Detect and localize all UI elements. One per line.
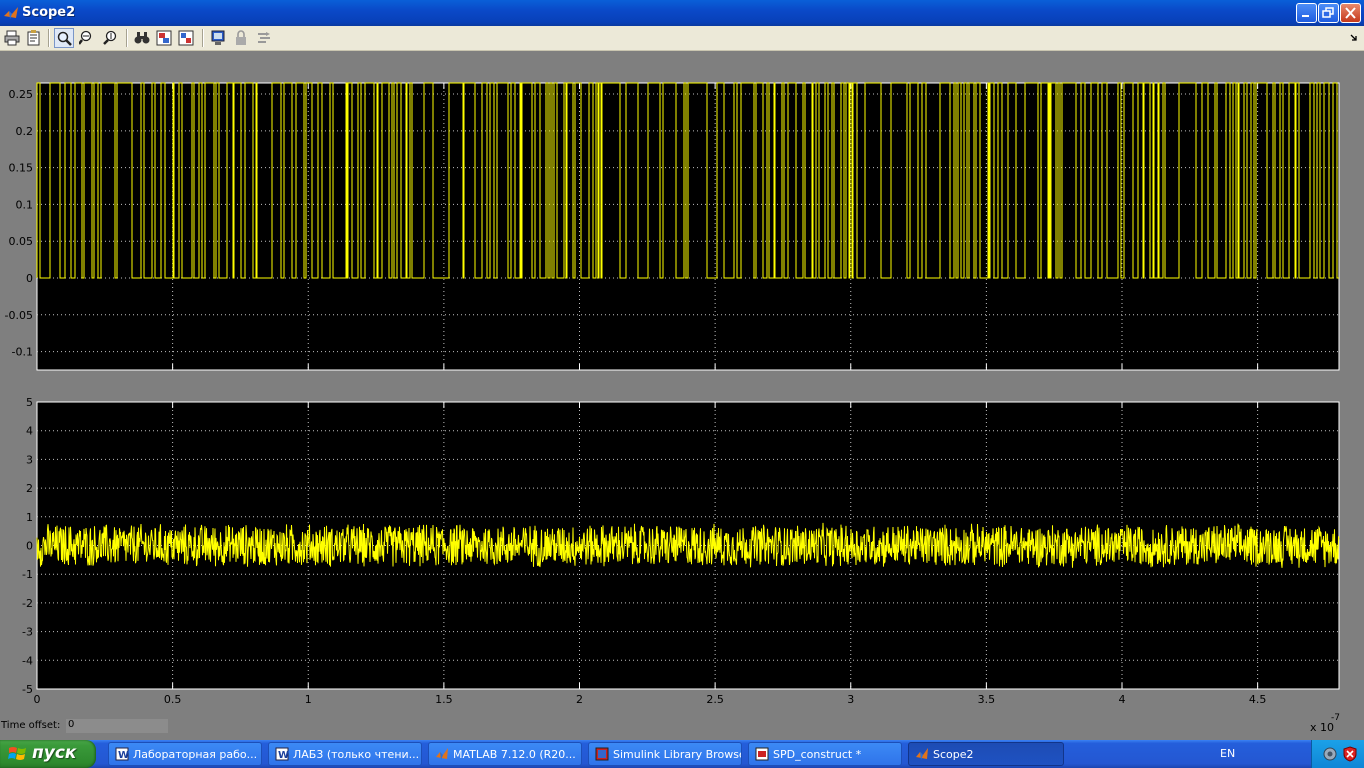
zoom-y-button[interactable]	[100, 28, 120, 48]
x-tick-label: 3	[847, 693, 854, 706]
x-tick-label: 4	[1119, 693, 1126, 706]
matlab-icon	[4, 7, 18, 19]
zoom-y-icon	[103, 30, 117, 45]
word-icon: W	[275, 747, 289, 761]
y-tick-label: -1	[22, 568, 33, 581]
x-tick-label: 1	[305, 693, 312, 706]
y-tick-label: 0.1	[16, 198, 34, 211]
x-tick-label: 0.5	[164, 693, 182, 706]
start-button[interactable]: пуск	[0, 740, 96, 768]
scope-figure: 0.25 0.2 0.15 0.1 0.05 0 -0.05 -0.1 5 4 3 2 1 0 -1 -2 -…	[0, 51, 1364, 740]
scope-plots[interactable]: 0.25 0.2 0.15 0.1 0.05 0 -0.05 -0.1 5 4 3 2 1 0 -1 -2 -…	[0, 51, 1364, 740]
x-tick-label: 3.5	[978, 693, 996, 706]
floating-scope-icon	[211, 30, 225, 45]
network-icon[interactable]	[1322, 746, 1338, 762]
plot-bottom[interactable]: 543210-1-2-3-4-50 0.5 1 1.5 2 2.5 3 3.5 4 4.5	[22, 396, 1340, 706]
y-tick-label: 0.2	[16, 125, 34, 138]
x-tick-label: 2.5	[706, 693, 724, 706]
time-offset: Time offset: 0	[1, 719, 168, 733]
taskbar-item-matlab[interactable]: MATLAB 7.12.0 (R20...	[428, 742, 582, 766]
zoom-x-icon	[79, 30, 92, 45]
floating-scope-button[interactable]	[208, 28, 228, 48]
title-bar[interactable]: Scope2	[0, 0, 1364, 26]
start-label: пуск	[32, 743, 77, 763]
svg-text:W: W	[278, 750, 289, 761]
windows-logo-icon	[8, 747, 26, 760]
taskbar-item-scope2[interactable]: Scope2	[908, 742, 1064, 766]
matlab-icon	[436, 748, 448, 760]
restore-button[interactable]	[1318, 3, 1339, 23]
y-tick-label: -5	[22, 683, 33, 696]
print-button[interactable]	[2, 28, 22, 48]
time-offset-value: 0	[66, 719, 168, 733]
signal-selection-icon	[258, 32, 270, 43]
taskbar-item-lab-doc[interactable]: W Лабораторная рабо...	[108, 742, 262, 766]
taskbar-item-label: ЛАБ3 (только чтени...	[293, 748, 420, 761]
taskbar-item-label: Scope2	[933, 748, 974, 761]
simulink-icon	[595, 747, 609, 761]
matlab-icon	[916, 748, 928, 760]
y-tick-label: 3	[26, 453, 33, 466]
time-offset-label: Time offset:	[1, 720, 61, 731]
restore-axes-icon	[178, 30, 194, 46]
zoom-button[interactable]	[54, 28, 74, 48]
y-tick-label: -3	[22, 626, 33, 639]
taskbar-item-simulink-library[interactable]: Simulink Library Browser	[588, 742, 742, 766]
x-tick-label: 0	[34, 693, 41, 706]
y-tick-label: 0.25	[9, 88, 34, 101]
y-tick-label: 0.15	[9, 162, 34, 175]
y-tick-label: 0	[26, 272, 33, 285]
autoscale-icon	[134, 32, 150, 44]
plot-top[interactable]: 0.25 0.2 0.15 0.1 0.05 0 -0.05 -0.1	[5, 82, 1340, 371]
word-icon: W	[115, 747, 129, 761]
taskbar-item-label: MATLAB 7.12.0 (R20...	[453, 748, 576, 761]
taskbar-item-label: Simulink Library Browser	[613, 748, 742, 761]
autoscale-button[interactable]	[132, 28, 152, 48]
language-indicator[interactable]: EN	[1220, 747, 1235, 760]
x-axis-exponent-power: -7	[1331, 713, 1340, 723]
x-tick-label: 4.5	[1249, 693, 1267, 706]
close-icon	[1345, 7, 1356, 19]
zoom-icon	[57, 31, 72, 46]
y-tick-label: 0	[26, 540, 33, 553]
y-tick-label: -0.1	[12, 346, 33, 359]
signal-selection-button[interactable]	[254, 28, 274, 48]
taskbar-item-lab3[interactable]: W ЛАБ3 (только чтени...	[268, 742, 422, 766]
taskbar-item-label: Лабораторная рабо...	[133, 748, 258, 761]
security-alert-icon[interactable]	[1342, 746, 1358, 762]
restore-axes-button[interactable]	[176, 28, 196, 48]
minimize-icon	[1302, 15, 1309, 17]
y-tick-label: 2	[26, 482, 33, 495]
y-tick-label: 5	[26, 396, 33, 409]
taskbar: пуск W Лабораторная рабо... W ЛАБ3 (толь…	[0, 740, 1364, 768]
save-axes-icon	[156, 30, 172, 46]
y-tick-label: 1	[26, 511, 33, 524]
taskbar-item-label: SPD_construct *	[773, 748, 862, 761]
x-tick-label: 2	[576, 693, 583, 706]
window-title: Scope2	[22, 5, 76, 20]
y-tick-label: -4	[22, 654, 33, 667]
toolbar-overflow-icon[interactable]	[1350, 34, 1360, 44]
parameters-icon	[27, 30, 40, 46]
y-tick-label: 0.05	[9, 235, 34, 248]
scope-toolbar	[0, 26, 1364, 51]
simulink-model-icon	[755, 747, 769, 761]
system-tray	[1311, 740, 1364, 768]
minimize-button[interactable]	[1296, 3, 1317, 23]
y-tick-label: -2	[22, 597, 33, 610]
close-button[interactable]	[1340, 3, 1361, 23]
zoom-x-button[interactable]	[77, 28, 97, 48]
taskbar-item-spd-construct[interactable]: SPD_construct *	[748, 742, 902, 766]
svg-text:W: W	[118, 750, 129, 761]
parameters-button[interactable]	[24, 28, 44, 48]
x-tick-label: 1.5	[435, 693, 453, 706]
lock-button[interactable]	[231, 28, 251, 48]
print-icon	[4, 30, 20, 46]
restore-icon	[1322, 7, 1334, 18]
y-tick-label: -0.05	[5, 309, 33, 322]
save-axes-button[interactable]	[154, 28, 174, 48]
y-tick-label: 4	[26, 425, 33, 438]
lock-icon	[236, 30, 246, 45]
